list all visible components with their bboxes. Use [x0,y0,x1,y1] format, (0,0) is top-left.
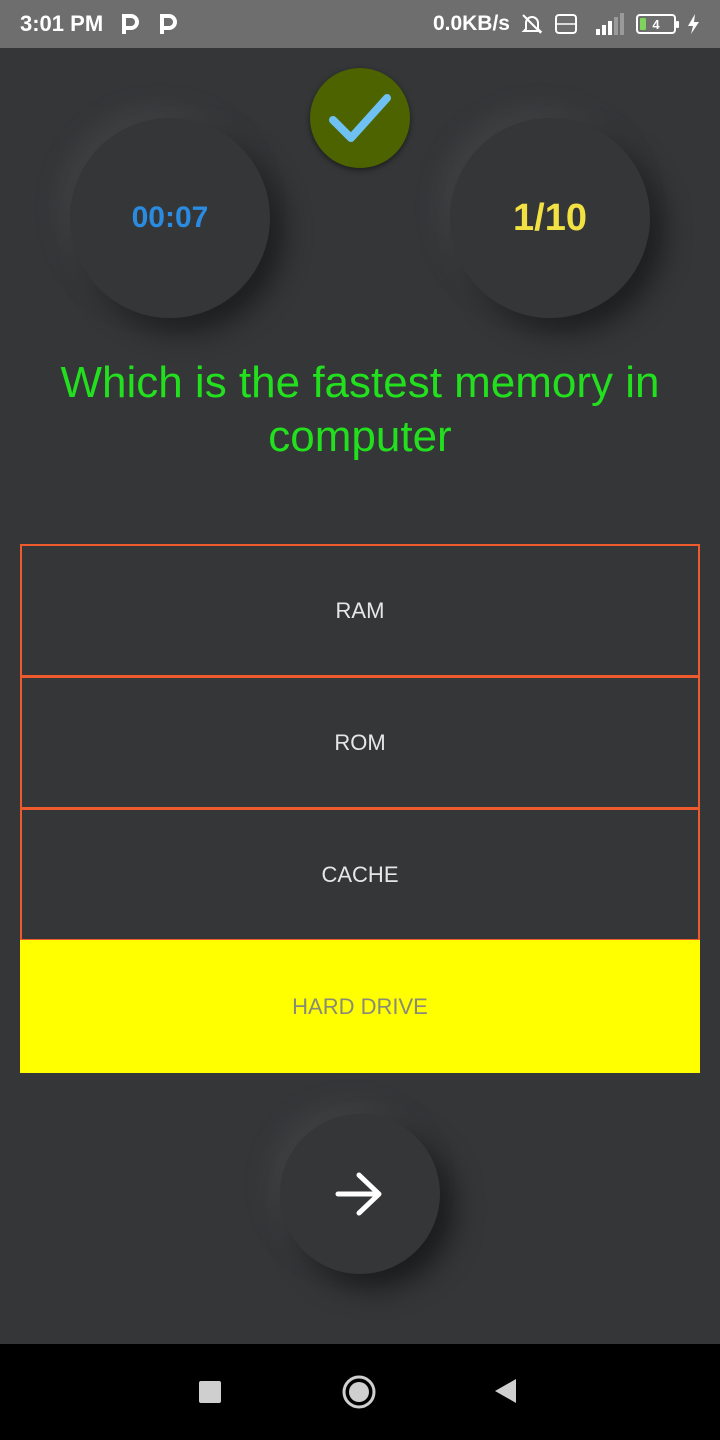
parking-p-icon [119,13,141,35]
option-hard-drive[interactable]: HARD DRIVE [20,940,700,1073]
network-speed: 0.0KB/s [432,12,510,35]
question-progress-text: 1/10 [513,196,587,239]
timer-text: 00:07 [131,201,209,234]
option-label: CACHE [321,861,399,887]
option-cache[interactable]: CACHE [20,808,700,941]
timer-circle: 00:07 [70,118,270,318]
option-label: HARD DRIVE [292,993,428,1019]
question-progress-circle: 1/10 [450,118,650,318]
charging-bolt-icon [686,13,700,35]
arrow-right-icon [335,1172,382,1216]
option-rom[interactable]: ROM [20,676,700,809]
answer-options: RAM ROM CACHE HARD DRIVE [20,544,700,1073]
mute-bell-icon [520,12,544,36]
option-label: ROM [334,729,386,755]
battery-icon: 4 [636,14,679,34]
system-nav-bar [0,1344,720,1440]
status-time: 3:01 PM [20,11,104,36]
option-label: RAM [335,597,385,623]
checkmark-icon [329,94,391,142]
answer-status-badge [310,68,410,168]
volte-icon [554,12,578,36]
signal-icon [588,11,626,37]
recent-apps-icon[interactable] [199,1381,221,1403]
home-icon[interactable] [341,1374,377,1410]
status-bar: 3:01 PM 0.0KB/s 4 [0,0,720,48]
parking-p-icon [157,13,179,35]
option-ram[interactable]: RAM [20,544,700,677]
battery-level: 4 [652,16,660,32]
next-question-button[interactable] [280,1114,440,1274]
question-text: Which is the fastest memory in computer [60,358,660,461]
back-icon[interactable] [493,1378,517,1404]
